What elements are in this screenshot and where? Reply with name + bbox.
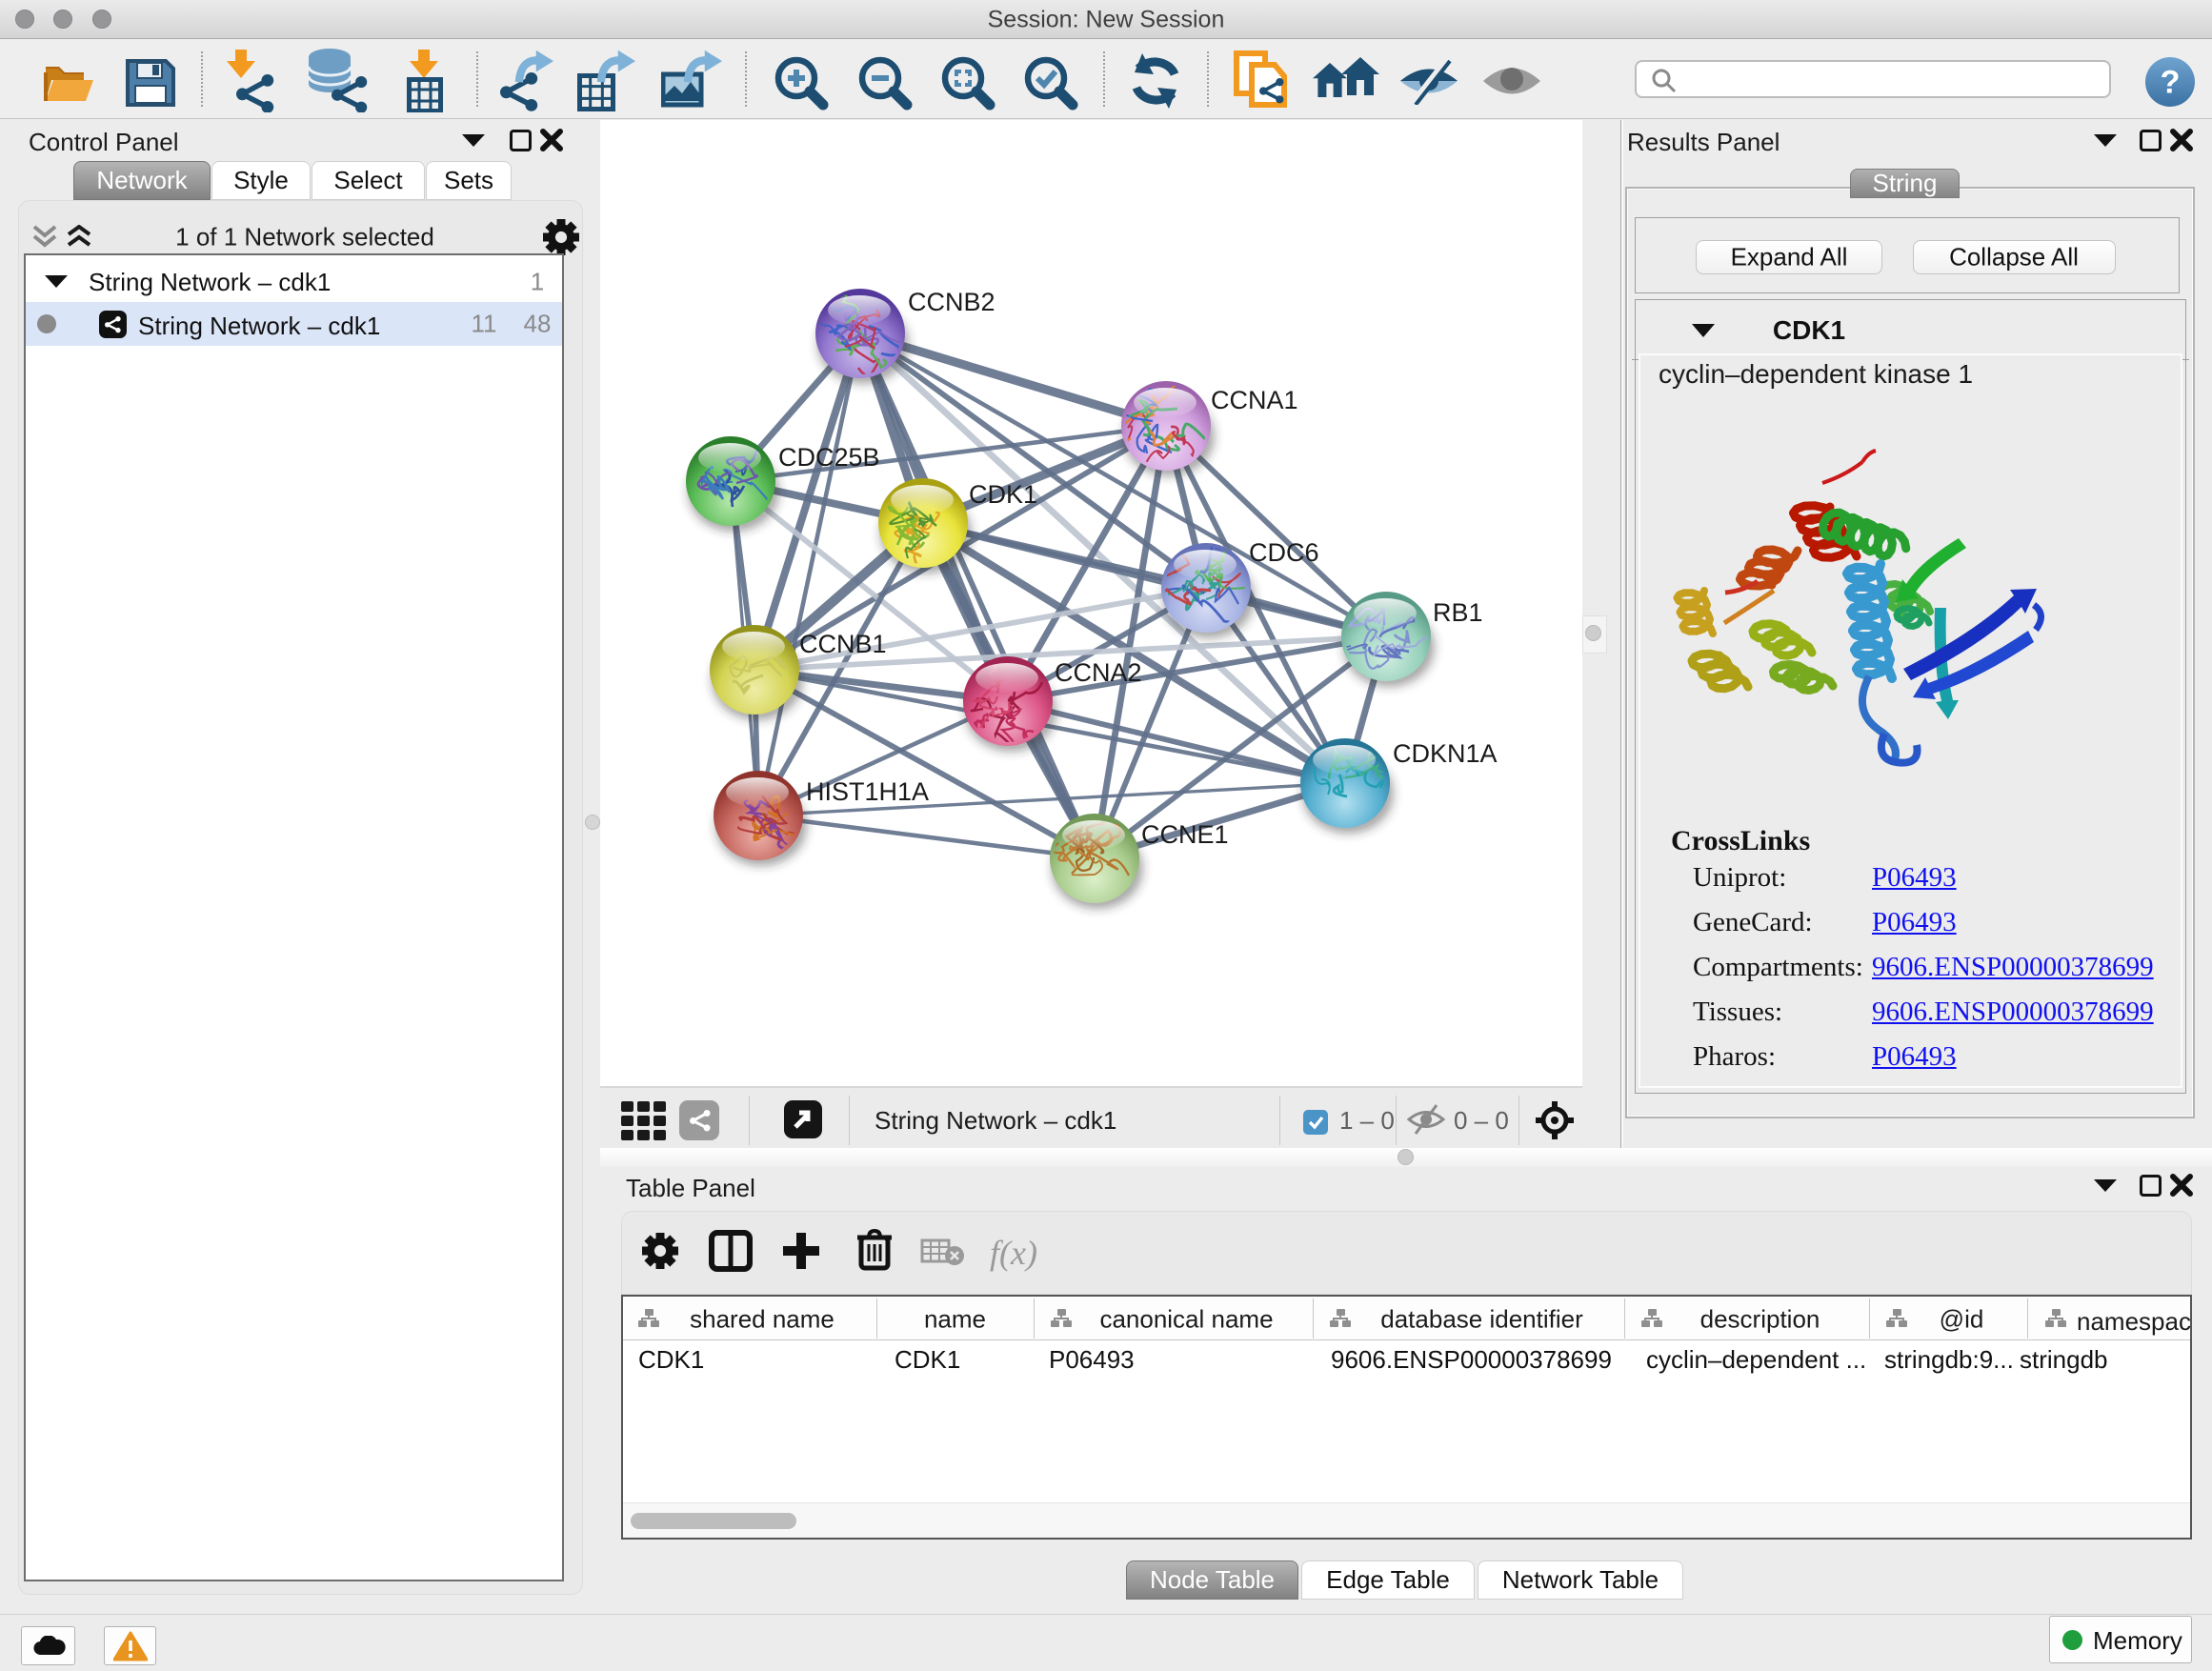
svg-text:CCNA2: CCNA2 <box>1055 658 1142 687</box>
svg-text:HIST1H1A: HIST1H1A <box>806 777 929 806</box>
svg-text:CCNB1: CCNB1 <box>799 630 887 658</box>
svg-text:CDC25B: CDC25B <box>778 443 880 472</box>
svg-text:CCNB2: CCNB2 <box>908 288 995 316</box>
svg-text:RB1: RB1 <box>1433 598 1483 627</box>
svg-text:CDK1: CDK1 <box>969 480 1037 509</box>
svg-text:CDC6: CDC6 <box>1249 538 1319 567</box>
svg-text:CDKN1A: CDKN1A <box>1393 739 1498 768</box>
svg-text:CCNA1: CCNA1 <box>1211 386 1298 414</box>
svg-text:CCNE1: CCNE1 <box>1141 820 1229 849</box>
